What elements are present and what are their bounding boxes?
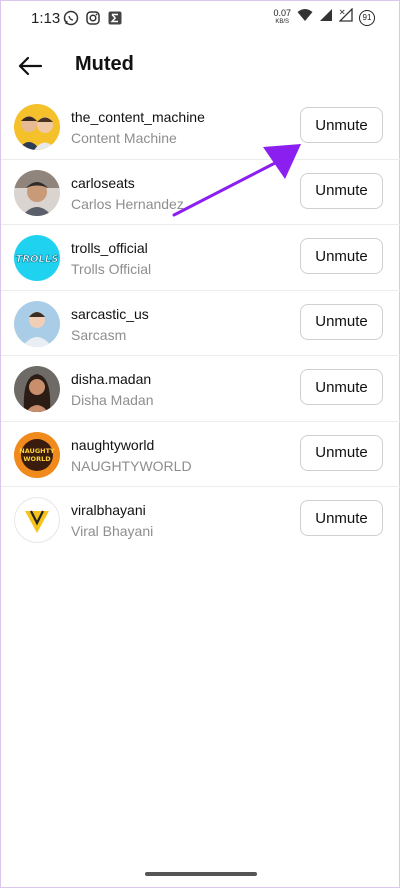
avatar[interactable] <box>14 300 60 347</box>
account-full-name: Carlos Hernandez <box>71 195 184 212</box>
list-item[interactable]: sarcastic_us Sarcasm Unmute <box>1 291 400 356</box>
account-names: naughtyworld NAUGHTYWORLD <box>71 437 192 475</box>
account-full-name: NAUGHTYWORLD <box>71 457 192 474</box>
list-item[interactable]: disha.madan Disha Madan Unmute <box>1 356 400 422</box>
avatar[interactable]: NAUGHTY WORLD <box>14 431 60 478</box>
avatar[interactable] <box>14 366 60 412</box>
network-speed-unit: KB/S <box>275 18 290 25</box>
account-username[interactable]: the_content_machine <box>71 109 205 126</box>
network-speed: 0.07 KB/S <box>273 7 291 27</box>
account-username[interactable]: disha.madan <box>71 371 154 388</box>
list-item[interactable]: carloseats Carlos Hernandez Unmute <box>1 160 400 225</box>
account-names: carloseats Carlos Hernandez <box>71 175 184 213</box>
naughty-logo-text: WORLD <box>23 455 51 463</box>
list-item[interactable]: viralbhayani Viral Bhayani Unmute <box>1 487 400 553</box>
trolls-logo-text: TROLLS <box>16 254 59 265</box>
account-full-name: Sarcasm <box>71 326 127 343</box>
unmute-button[interactable]: Unmute <box>300 303 383 340</box>
unmute-button[interactable]: Unmute <box>300 107 383 143</box>
network-speed-value: 0.07 <box>273 7 291 18</box>
unmute-button[interactable]: Unmute <box>300 500 383 536</box>
status-system-icons: 0.07 KB/S 91 <box>273 7 375 27</box>
list-item[interactable]: NAUGHTY WORLD naughtyworld NAUGHTYWORLD … <box>1 422 400 487</box>
screen-frame: 1:13 0.07 KB/S 91 Muted the_content_mach… <box>0 0 400 888</box>
home-indicator[interactable] <box>145 872 257 876</box>
whatsapp-icon <box>63 10 79 31</box>
list-item[interactable]: TROLLS trolls_official Trolls Official U… <box>1 225 400 291</box>
avatar[interactable]: TROLLS <box>14 235 60 281</box>
arrow-left-icon <box>18 56 43 76</box>
muted-accounts-list: the_content_machine Content Machine Unmu… <box>1 94 400 553</box>
signal-icon <box>319 8 333 27</box>
account-username[interactable]: naughtyworld <box>71 437 192 454</box>
battery-indicator: 91 <box>359 9 375 26</box>
status-notification-icons <box>63 10 123 31</box>
wifi-icon <box>297 8 313 27</box>
account-names: disha.madan Disha Madan <box>71 371 154 409</box>
account-names: viralbhayani Viral Bhayani <box>71 502 153 540</box>
account-username[interactable]: trolls_official <box>71 240 151 257</box>
page-title: Muted <box>75 53 134 75</box>
unmute-button[interactable]: Unmute <box>300 172 383 209</box>
list-item[interactable]: the_content_machine Content Machine Unmu… <box>1 94 400 160</box>
status-time: 1:13 <box>31 10 61 27</box>
account-full-name: Content Machine <box>71 130 177 146</box>
avatar[interactable] <box>14 497 60 543</box>
account-names: trolls_official Trolls Official <box>71 240 151 278</box>
back-button[interactable] <box>15 51 45 81</box>
status-bar: 1:13 0.07 KB/S 91 <box>1 1 400 37</box>
avatar[interactable] <box>14 169 60 216</box>
account-names: the_content_machine Content Machine <box>71 109 205 147</box>
account-full-name: Trolls Official <box>71 261 152 277</box>
account-username[interactable]: sarcastic_us <box>71 306 149 323</box>
naughty-logo-text: NAUGHTY <box>19 447 55 455</box>
account-full-name: Viral Bhayani <box>71 523 154 539</box>
account-username[interactable]: viralbhayani <box>71 502 153 519</box>
avatar[interactable] <box>14 104 60 150</box>
signal-icon <box>338 7 353 27</box>
instagram-icon <box>85 10 101 31</box>
account-names: sarcastic_us Sarcasm <box>71 306 149 344</box>
unmute-button[interactable]: Unmute <box>300 434 383 471</box>
app-header: Muted <box>1 41 400 91</box>
sigma-app-icon <box>107 10 123 31</box>
account-username[interactable]: carloseats <box>71 175 184 192</box>
unmute-button[interactable]: Unmute <box>300 369 383 405</box>
account-full-name: Disha Madan <box>71 392 154 408</box>
unmute-button[interactable]: Unmute <box>300 238 383 274</box>
